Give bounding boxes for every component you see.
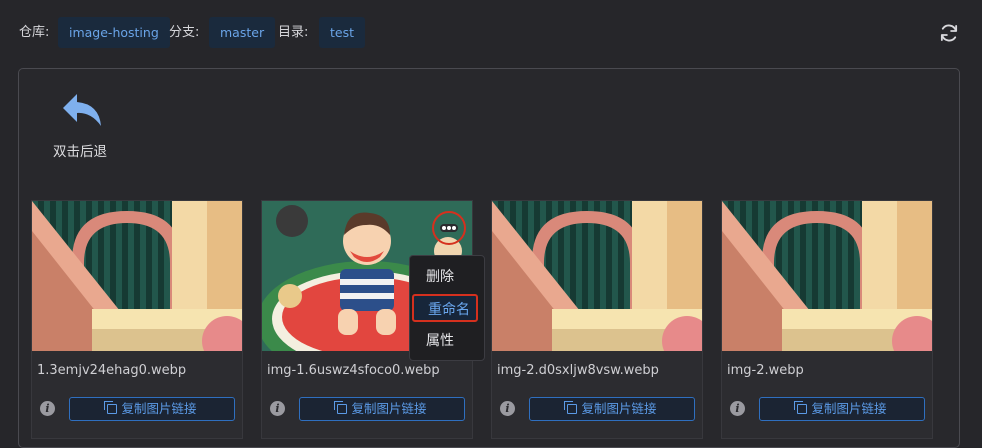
more-icon bbox=[440, 224, 458, 232]
copy-link-button[interactable]: 复制图片链接 bbox=[69, 397, 235, 421]
copy-link-label: 复制图片链接 bbox=[811, 401, 887, 416]
copy-icon bbox=[564, 401, 578, 414]
copy-link-button[interactable]: 复制图片链接 bbox=[299, 397, 465, 421]
copy-icon bbox=[334, 401, 348, 414]
file-name: img-2.webp bbox=[727, 363, 804, 378]
menu-item-rename[interactable]: 重命名 bbox=[412, 294, 478, 322]
copy-link-button[interactable]: 复制图片链接 bbox=[759, 397, 925, 421]
image-card[interactable]: 1.3emjv24ehag0.webp i 复制图片链接 bbox=[31, 200, 243, 439]
menu-item-properties[interactable]: 属性 bbox=[410, 327, 484, 355]
repo-label: 仓库: bbox=[19, 25, 50, 40]
back-button[interactable]: 双击后退 bbox=[53, 92, 113, 162]
branch-select[interactable]: master bbox=[209, 17, 276, 48]
branch-label: 分支: bbox=[169, 25, 200, 40]
info-icon[interactable]: i bbox=[500, 401, 515, 416]
copy-link-label: 复制图片链接 bbox=[581, 401, 657, 416]
copy-link-label: 复制图片链接 bbox=[121, 401, 197, 416]
copy-icon bbox=[794, 401, 808, 414]
menu-item-delete[interactable]: 删除 bbox=[410, 263, 484, 291]
refresh-icon[interactable] bbox=[938, 22, 960, 44]
copy-link-button[interactable]: 复制图片链接 bbox=[529, 397, 695, 421]
info-icon[interactable]: i bbox=[270, 401, 285, 416]
context-menu: 删除 重命名 属性 bbox=[409, 255, 485, 361]
copy-icon bbox=[104, 401, 118, 414]
file-name: img-1.6uswz4sfoco0.webp bbox=[267, 363, 440, 378]
copy-link-label: 复制图片链接 bbox=[351, 401, 427, 416]
image-thumbnail[interactable] bbox=[722, 201, 932, 351]
repo-select[interactable]: image-hosting bbox=[58, 17, 170, 48]
back-arrow-icon bbox=[63, 94, 101, 126]
file-name: 1.3emjv24ehag0.webp bbox=[37, 363, 187, 378]
top-toolbar: 仓库: image-hosting 分支: master 目录: test bbox=[0, 0, 982, 66]
info-icon[interactable]: i bbox=[40, 401, 55, 416]
info-icon[interactable]: i bbox=[730, 401, 745, 416]
directory-label: 目录: bbox=[278, 25, 309, 40]
more-options-button[interactable] bbox=[432, 211, 466, 245]
image-thumbnail[interactable] bbox=[492, 201, 702, 351]
image-thumbnail[interactable] bbox=[32, 201, 242, 351]
directory-select[interactable]: test bbox=[319, 17, 366, 48]
image-card[interactable]: img-2.d0sxljw8vsw.webp i 复制图片链接 bbox=[491, 200, 703, 439]
back-label: 双击后退 bbox=[53, 144, 107, 160]
image-card[interactable]: img-2.webp i 复制图片链接 bbox=[721, 200, 933, 439]
file-name: img-2.d0sxljw8vsw.webp bbox=[497, 363, 659, 378]
